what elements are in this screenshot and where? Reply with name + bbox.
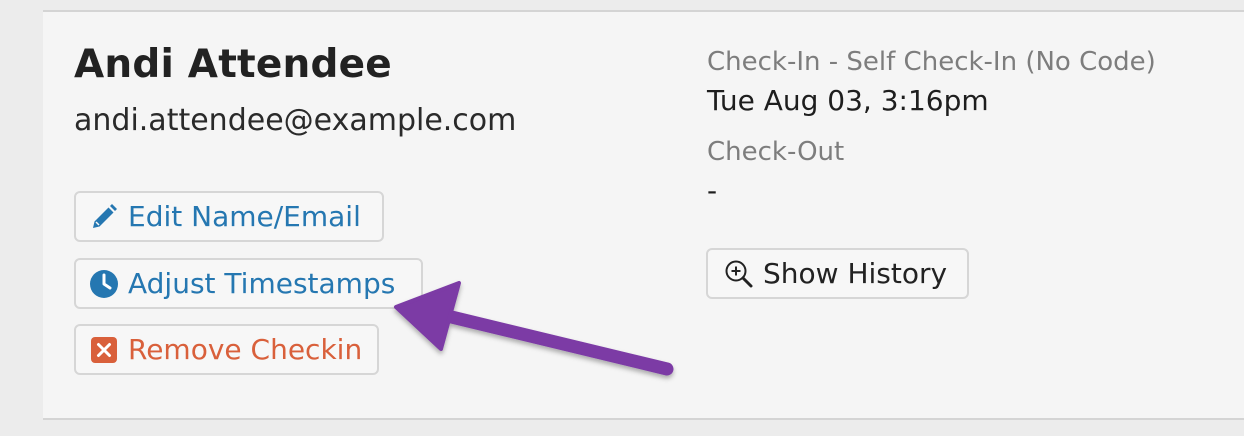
checkin-time: Tue Aug 03, 3:16pm [707, 84, 989, 117]
remove-checkin-label: Remove Checkin [128, 333, 363, 366]
close-box-icon [89, 335, 119, 365]
attendee-email: andi.attendee@example.com [74, 103, 517, 138]
remove-checkin-button[interactable]: Remove Checkin [74, 324, 379, 375]
checkin-label: Check-In - Self Check-In (No Code) [707, 47, 1156, 77]
show-history-label: Show History [763, 257, 948, 290]
checkout-label: Check-Out [707, 137, 845, 167]
adjust-timestamps-label: Adjust Timestamps [128, 267, 396, 300]
attendee-name: Andi Attendee [74, 42, 392, 87]
zoom-in-icon [724, 259, 754, 289]
checkout-time: - [707, 174, 718, 207]
edit-name-email-button[interactable]: Edit Name/Email [74, 191, 384, 242]
adjust-timestamps-button[interactable]: Adjust Timestamps [74, 258, 423, 309]
clock-icon [89, 269, 119, 299]
show-history-button[interactable]: Show History [706, 248, 969, 299]
pencil-icon [89, 202, 119, 232]
edit-name-email-label: Edit Name/Email [128, 200, 361, 233]
